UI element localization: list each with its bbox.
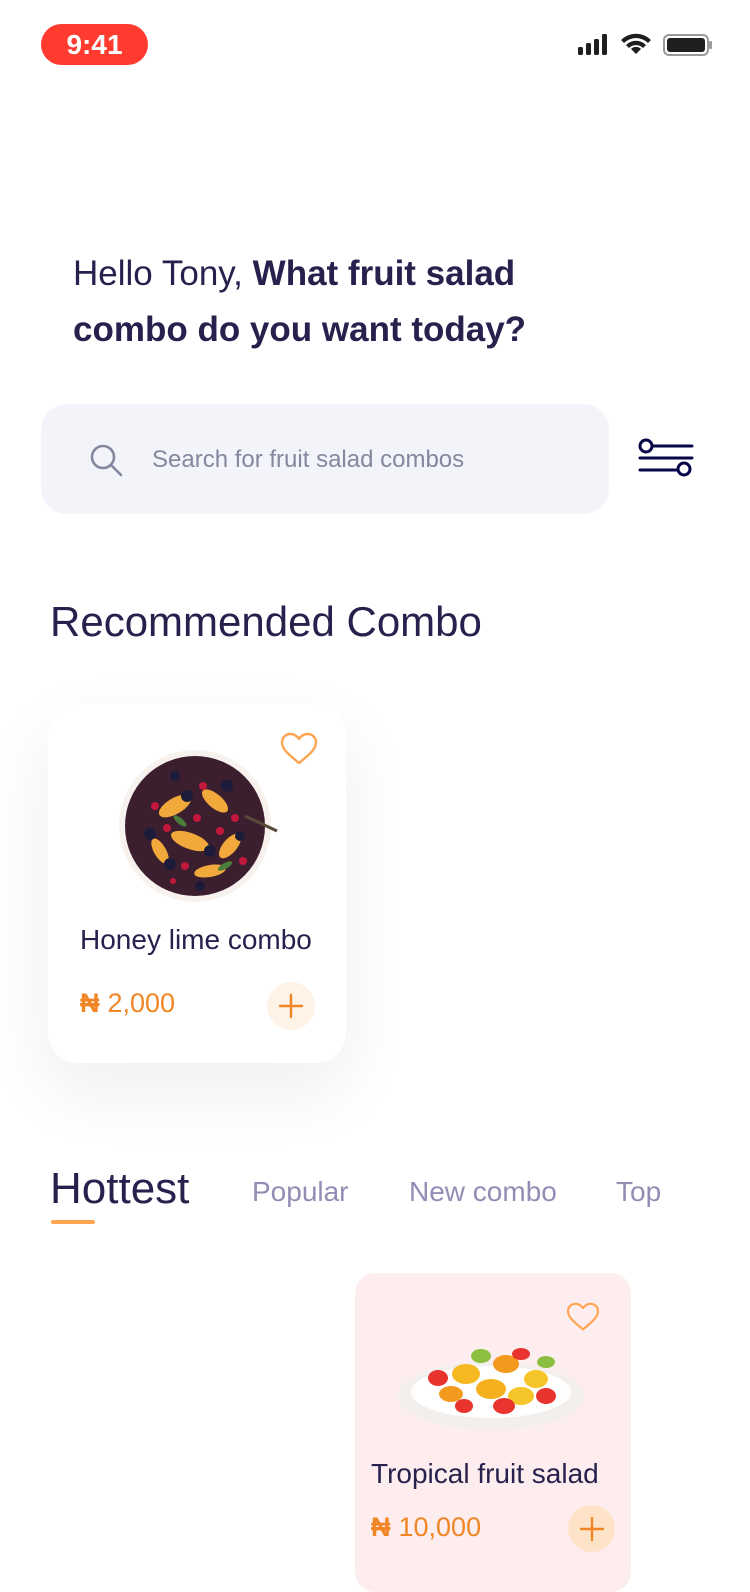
plus-icon <box>278 993 304 1019</box>
currency-symbol: ₦ <box>80 988 100 1018</box>
plus-icon <box>579 1516 604 1541</box>
add-to-basket-button[interactable] <box>568 1505 615 1552</box>
price-value: 10,000 <box>398 1512 482 1542</box>
tab-popular[interactable]: Popular <box>252 1176 349 1208</box>
fruit-plate-image <box>398 1348 584 1430</box>
combo-price: ₦ 10,000 <box>371 1512 481 1543</box>
combo-price: ₦ 2,000 <box>80 988 175 1019</box>
fruit-bowl-image <box>119 750 278 902</box>
heart-icon[interactable] <box>566 1302 600 1332</box>
search-input[interactable] <box>152 440 572 480</box>
tab-top[interactable]: Top <box>616 1176 661 1208</box>
tab-hottest[interactable]: Hottest <box>50 1164 189 1214</box>
section-title-recommended: Recommended Combo <box>50 598 482 645</box>
wifi-icon <box>621 33 651 54</box>
add-to-basket-button[interactable] <box>267 982 315 1030</box>
currency-symbol: ₦ <box>371 1512 391 1542</box>
status-icons <box>578 33 712 56</box>
battery-icon <box>663 34 712 56</box>
filter-icon[interactable] <box>638 438 694 478</box>
greeting-hello: Hello Tony, <box>73 254 243 293</box>
price-value: 2,000 <box>107 988 176 1018</box>
combo-name: Tropical fruit salad <box>371 1458 599 1489</box>
status-time: 9:41 <box>41 24 148 65</box>
heart-icon[interactable] <box>280 732 318 766</box>
signal-icon <box>578 34 607 55</box>
active-tab-indicator <box>51 1220 95 1224</box>
greeting-text: Hello Tony, What fruit salad combo do yo… <box>73 246 553 358</box>
tab-new-combo[interactable]: New combo <box>409 1176 557 1208</box>
search-icon <box>90 444 123 477</box>
combo-name: Honey lime combo <box>80 924 312 955</box>
